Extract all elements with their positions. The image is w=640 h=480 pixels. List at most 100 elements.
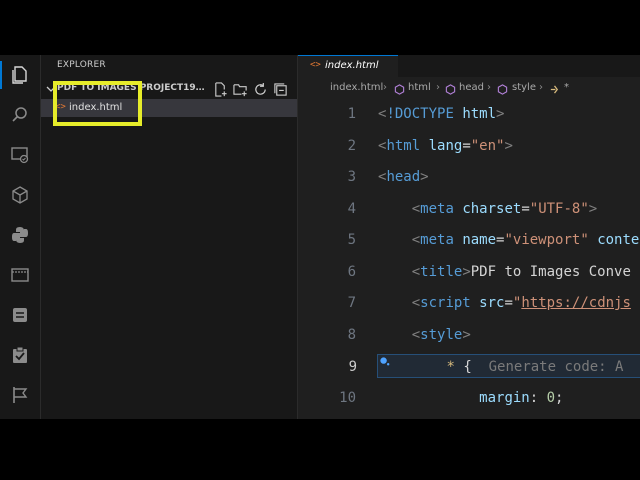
explorer-title: EXPLORER	[57, 60, 106, 70]
flag-icon[interactable]	[0, 375, 40, 415]
search-icon[interactable]	[0, 95, 40, 135]
code-token: src	[479, 295, 505, 311]
code-token: >	[504, 137, 513, 154]
terminal-icon[interactable]	[0, 255, 40, 295]
line-number: 4	[347, 200, 356, 217]
code-token: conte	[597, 232, 640, 248]
refresh-icon[interactable]	[253, 82, 268, 97]
code-token: =	[521, 200, 530, 217]
line-number: 1	[347, 106, 356, 122]
checklist-icon[interactable]	[0, 335, 40, 375]
code-token: !DOCTYPE	[386, 106, 454, 122]
code-text: <head>	[378, 169, 429, 185]
code-line[interactable]: 2 <html lang="en">	[298, 134, 640, 158]
code-line[interactable]: 3 <head>	[298, 165, 640, 189]
remote-explorer-icon[interactable]	[0, 135, 40, 175]
activity-bar	[0, 55, 41, 419]
code-token: meta	[420, 232, 454, 248]
code-token: >	[420, 169, 429, 185]
code-token: meta	[420, 200, 454, 217]
html-file-icon: <>	[310, 60, 321, 70]
code-token: <	[411, 263, 421, 280]
code-token: ;	[555, 389, 564, 406]
code-token: =	[504, 295, 513, 311]
code-token: head	[386, 169, 421, 185]
code-text: <meta name="viewport" conte	[378, 232, 640, 248]
breadcrumb-style[interactable]: style	[512, 82, 536, 93]
code-token: >	[588, 200, 598, 217]
code-token: >	[462, 263, 471, 280]
code-token: <	[411, 200, 421, 217]
files-icon[interactable]	[0, 55, 40, 95]
editor-area: <> index.html index.html › html › head ›…	[298, 55, 640, 419]
breadcrumb-separator-icon: ›	[487, 82, 491, 93]
element-icon	[445, 84, 456, 95]
breadcrumb-file[interactable]: index.html	[330, 82, 383, 93]
tab-index-html[interactable]: <> index.html	[298, 55, 398, 77]
code-token: PDF to Images Conve	[470, 263, 631, 280]
line-number: 9	[348, 359, 357, 375]
code-token: <	[411, 295, 421, 311]
breadcrumb-head[interactable]: head	[459, 82, 484, 93]
code-token: >	[496, 106, 505, 122]
line-number: 6	[347, 263, 356, 280]
code-token: >	[462, 326, 471, 343]
code-text: <script src="https://cdnjs	[378, 295, 631, 311]
code-token: <	[411, 326, 421, 343]
code-token: script	[420, 295, 471, 311]
explorer-sidebar: EXPLORER PDF TO IMAGES PROJECT1997PRO...…	[41, 55, 298, 419]
new-file-icon[interactable]	[213, 82, 228, 97]
code-token: "UTF-8"	[529, 200, 589, 217]
code-line[interactable]: 6 <title>PDF to Images Conve	[298, 260, 640, 284]
panel-icon[interactable]	[0, 295, 40, 335]
code-line[interactable]: 4 <meta charset="UTF-8">	[298, 197, 640, 221]
element-icon	[394, 84, 405, 95]
code-token: title	[420, 263, 463, 280]
breadcrumb-selector[interactable]: *	[564, 82, 569, 93]
copilot-sparkle-icon[interactable]	[379, 356, 390, 367]
selector-icon	[550, 85, 559, 94]
code-line[interactable]: 7 <script src="https://cdnjs	[298, 291, 640, 315]
code-text: <style>	[378, 327, 471, 343]
python-icon[interactable]	[0, 215, 40, 255]
vscode-window: EXPLORER PDF TO IMAGES PROJECT1997PRO...…	[0, 55, 640, 419]
code-line[interactable]: 10 margin: 0;	[298, 386, 640, 410]
code-token: html	[386, 137, 421, 154]
code-editor[interactable]: 1 <!DOCTYPE html> 2 <html lang="en"> 3 <head>…	[298, 101, 640, 419]
code-text: * { Generate code: A	[379, 359, 623, 375]
code-line[interactable]: 1 <!DOCTYPE html>	[298, 102, 640, 126]
code-line[interactable]: 8 <style>	[298, 323, 640, 347]
breadcrumb-html[interactable]: html	[408, 82, 431, 93]
code-line[interactable]: 5 <meta name="viewport" conte	[298, 228, 640, 252]
line-number: 2	[347, 137, 356, 154]
extensions-icon[interactable]	[0, 175, 40, 215]
line-number: 5	[347, 232, 356, 248]
code-text: margin: 0;	[378, 390, 563, 406]
line-number: 10	[339, 389, 356, 406]
tab-bar: <> index.html	[298, 55, 640, 77]
code-line[interactable]: 9 * { Generate code: A	[349, 354, 640, 378]
code-token: "viewport"	[504, 232, 589, 248]
highlight-annotation-box	[53, 81, 142, 126]
collapse-all-icon[interactable]	[273, 82, 288, 97]
code-token: html	[462, 106, 497, 122]
line-number: 7	[347, 295, 356, 311]
line-number: 8	[347, 326, 356, 343]
breadcrumb-separator-icon: ›	[383, 82, 387, 93]
tab-label: index.html	[325, 60, 379, 71]
code-token: style	[420, 326, 463, 343]
new-folder-icon[interactable]	[233, 82, 248, 97]
breadcrumb-separator-icon: ›	[436, 82, 440, 93]
code-token: name	[462, 232, 497, 248]
code-token: lang	[428, 137, 463, 154]
